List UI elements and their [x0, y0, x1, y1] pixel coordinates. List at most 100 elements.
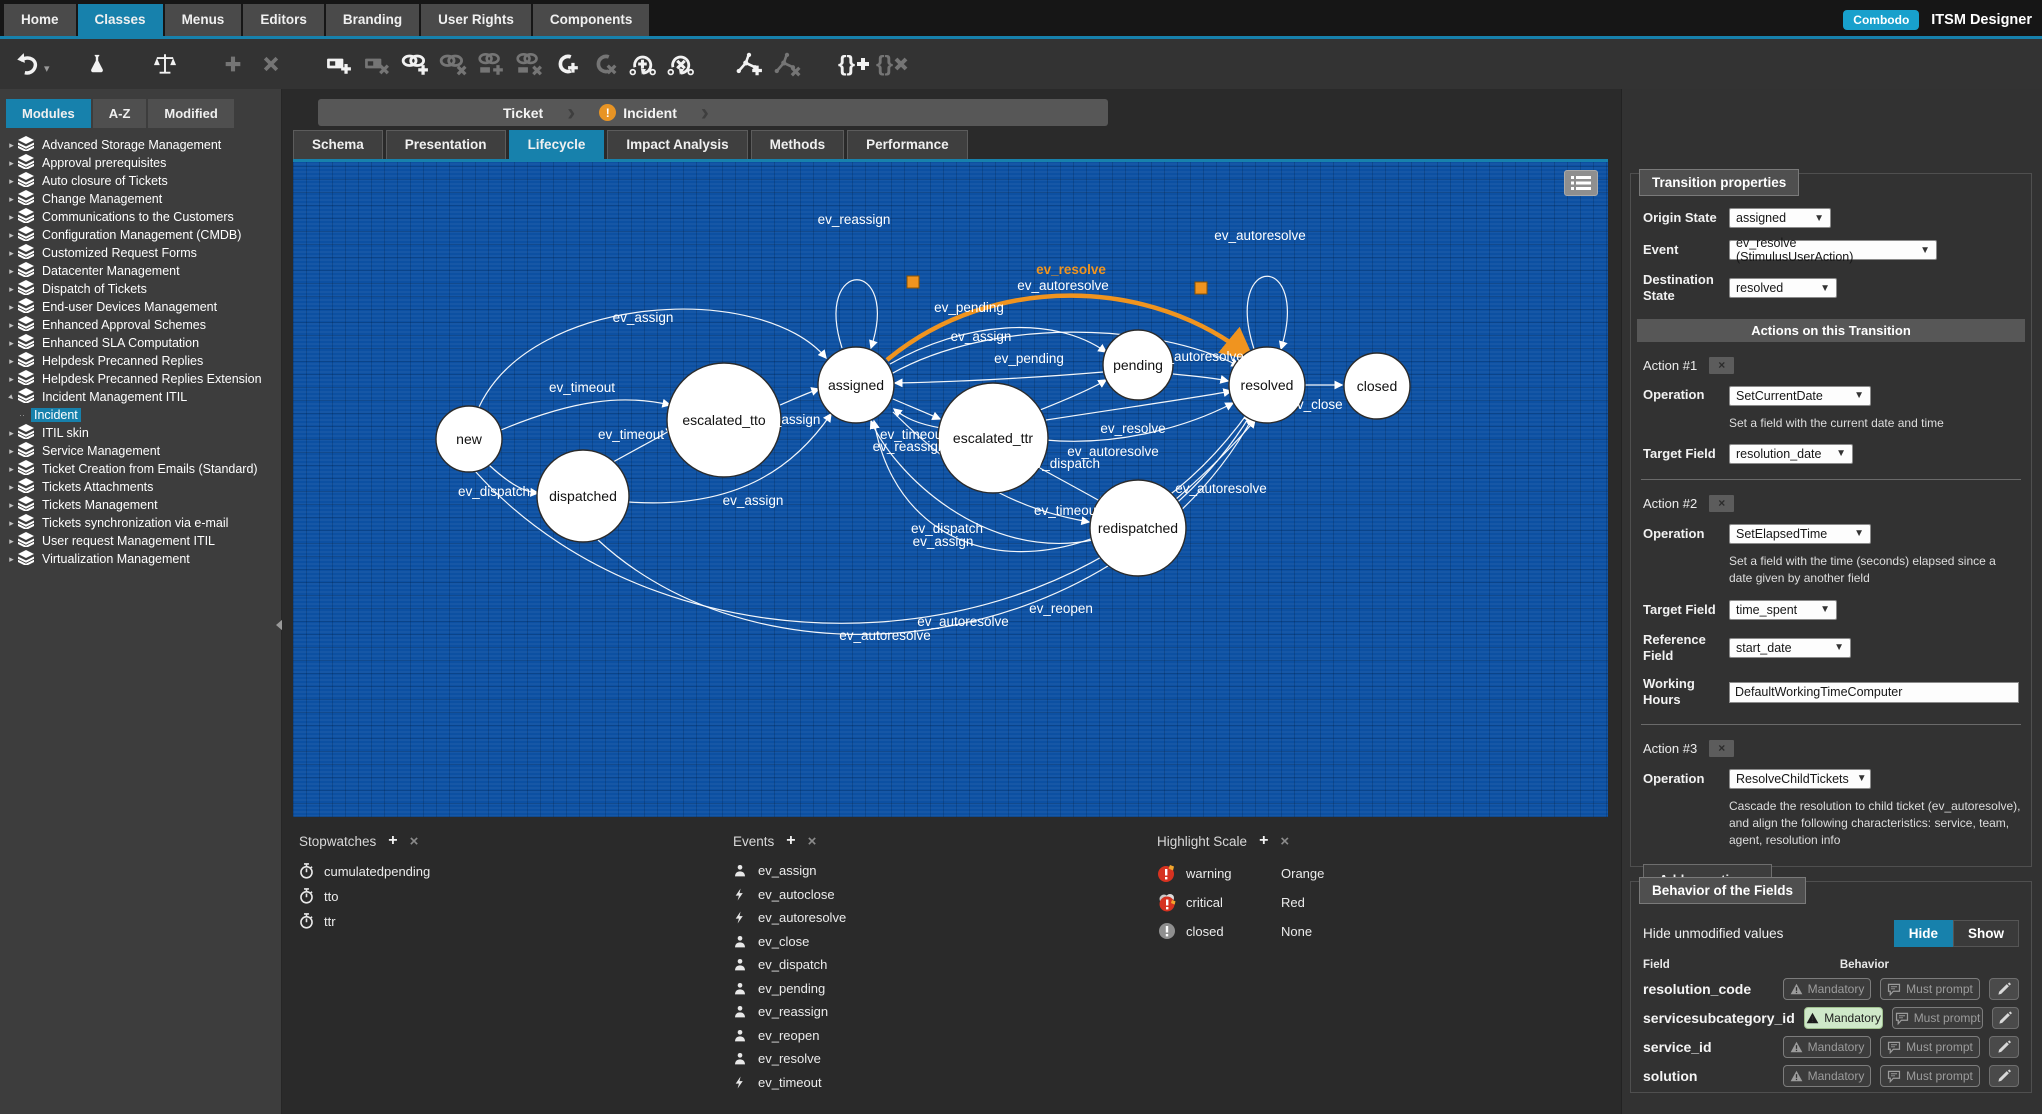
sidebar-item-incident-management-itil[interactable]: ▸ Incident Management ITIL	[5, 388, 281, 406]
delete-field-icon[interactable]	[360, 47, 394, 81]
sidebar-item-approval-prerequisites[interactable]: ▸ Approval prerequisites	[5, 154, 281, 172]
event-ev-timeout[interactable]: ev_timeout	[733, 1075, 846, 1090]
transition-edge[interactable]	[779, 387, 821, 406]
expander-icon[interactable]: ▸	[5, 338, 18, 349]
breadcrumb-ticket[interactable]: Ticket	[503, 105, 543, 121]
sidebar-item-enhanced-approval-schemes[interactable]: ▸ Enhanced Approval Schemes	[5, 316, 281, 334]
remove-icon[interactable]: ×	[808, 833, 817, 850]
sidebar-tab-modules[interactable]: Modules	[6, 99, 91, 128]
event-ev-dispatch[interactable]: ev_dispatch	[733, 957, 846, 972]
add-lifecycle-icon[interactable]	[626, 47, 660, 81]
menu-tab-user-rights[interactable]: User Rights	[421, 4, 531, 36]
stopwatch-tto[interactable]: tto	[299, 888, 430, 904]
sidebar-item-incident[interactable]: ·· Incident	[5, 406, 281, 424]
event-ev-reopen[interactable]: ev_reopen	[733, 1028, 846, 1043]
menu-tab-editors[interactable]: Editors	[243, 4, 324, 36]
expander-icon[interactable]: ▸	[5, 140, 18, 151]
origin-state-select[interactable]: assigned ▼	[1729, 208, 1831, 228]
expander-icon[interactable]: ▸	[5, 500, 18, 511]
sidebar-item-advanced-storage-management[interactable]: ▸ Advanced Storage Management	[5, 136, 281, 154]
edge-handle[interactable]	[1194, 281, 1208, 295]
must-prompt-button[interactable]: Must prompt	[1880, 1065, 1980, 1087]
expander-icon[interactable]: ▸	[5, 356, 18, 367]
sidebar-item-datacenter-management[interactable]: ▸ Datacenter Management	[5, 262, 281, 280]
expander-icon[interactable]: ▸	[5, 320, 18, 331]
add-icon[interactable]: +	[388, 832, 397, 850]
sidebar-item-ticket-creation-from-emails-standard[interactable]: ▸ Ticket Creation from Emails (Standard)	[5, 460, 281, 478]
working-hours-input[interactable]	[1729, 681, 2019, 703]
tab-performance[interactable]: Performance	[847, 130, 968, 159]
remove-action-1-button[interactable]: ×	[1709, 356, 1735, 374]
add-field-icon[interactable]	[322, 47, 356, 81]
action-1-target-field-select[interactable]: resolution_date ▼	[1729, 443, 1853, 464]
sidebar-item-end-user-devices-management[interactable]: ▸ End-user Devices Management	[5, 298, 281, 316]
sidebar-item-virtualization-management[interactable]: ▸ Virtualization Management	[5, 550, 281, 568]
action-1-operation-select[interactable]: SetCurrentDate ▼	[1729, 385, 1871, 406]
edit-field-button[interactable]	[1989, 1065, 2019, 1087]
mandatory-button[interactable]: Mandatory	[1783, 1036, 1871, 1058]
expander-icon[interactable]: ▸	[5, 194, 18, 205]
expander-icon[interactable]: ▸	[5, 482, 18, 493]
stopwatch-cumulatedpending[interactable]: cumulatedpending	[299, 863, 430, 879]
overview-list-button[interactable]	[1564, 170, 1598, 196]
event-ev-assign[interactable]: ev_assign	[733, 863, 846, 878]
tab-methods[interactable]: Methods	[750, 130, 845, 159]
expander-icon[interactable]: ▸	[5, 284, 18, 295]
sidebar-item-user-request-management-itil[interactable]: ▸ User request Management ITIL	[5, 532, 281, 550]
expander-icon[interactable]: ▸	[5, 212, 18, 223]
expander-icon[interactable]: ▸	[5, 302, 18, 313]
transition-edge[interactable]	[1172, 373, 1230, 384]
sidebar-item-communications-to-the-customers[interactable]: ▸ Communications to the Customers	[5, 208, 281, 226]
sidebar-item-tickets-synchronization-via-e-mail[interactable]: ▸ Tickets synchronization via e-mail	[5, 514, 281, 532]
add-bracket-icon[interactable]: {}	[838, 47, 872, 81]
highlight-critical[interactable]: critical Red	[1157, 892, 1324, 912]
expander-icon[interactable]: ▸	[5, 428, 18, 439]
mandatory-button[interactable]: Mandatory	[1803, 1007, 1884, 1029]
must-prompt-button[interactable]: Must prompt	[1880, 1036, 1980, 1058]
event-ev-autoresolve[interactable]: ev_autoresolve	[733, 910, 846, 925]
add-icon[interactable]: +	[786, 832, 795, 850]
remove-icon[interactable]: ×	[410, 833, 419, 850]
transition-edge[interactable]	[1246, 275, 1288, 351]
remove-icon[interactable]: ×	[1280, 833, 1289, 850]
transition-edge[interactable]	[1034, 379, 1108, 413]
sidebar-item-change-management[interactable]: ▸ Change Management	[5, 190, 281, 208]
action-2-operation-select[interactable]: SetElapsedTime ▼	[1729, 523, 1871, 544]
tab-impact-analysis[interactable]: Impact Analysis	[607, 130, 748, 159]
remove-action-3-button[interactable]: ×	[1709, 739, 1735, 757]
expander-icon[interactable]: ▸	[5, 374, 18, 385]
edge-handle[interactable]	[906, 275, 920, 289]
sidebar-item-auto-closure-of-tickets[interactable]: ▸ Auto closure of Tickets	[5, 172, 281, 190]
delete-icon[interactable]	[254, 47, 288, 81]
edit-field-button[interactable]	[1989, 978, 2019, 1000]
expander-icon[interactable]: ▸	[5, 464, 18, 475]
show-button[interactable]: Show	[1953, 920, 2019, 947]
transition-edge[interactable]	[892, 408, 942, 429]
menu-tab-home[interactable]: Home	[4, 4, 76, 36]
action-2-reference-field-select[interactable]: start_date ▼	[1729, 637, 1851, 658]
tab-lifecycle[interactable]: Lifecycle	[508, 130, 605, 159]
mandatory-button[interactable]: Mandatory	[1783, 978, 1871, 1000]
lifecycle-canvas[interactable]: ev_assign ev_timeout ev_dispatch ev_timeout…	[293, 162, 1608, 817]
add-icon[interactable]: +	[1259, 832, 1268, 850]
mandatory-button[interactable]: Mandatory	[1783, 1065, 1871, 1087]
delete-class-icon[interactable]	[588, 47, 622, 81]
edit-field-button[interactable]	[1989, 1036, 2019, 1058]
state-diagram[interactable]: ev_assign ev_timeout ev_dispatch ev_timeout…	[293, 162, 1608, 817]
sidebar-item-helpdesk-precanned-replies-extension[interactable]: ▸ Helpdesk Precanned Replies Extension	[5, 370, 281, 388]
event-ev-pending[interactable]: ev_pending	[733, 981, 846, 996]
event-ev-resolve[interactable]: ev_resolve	[733, 1051, 846, 1066]
action-3-operation-select[interactable]: ResolveChildTickets ▼	[1729, 768, 1871, 789]
menu-tab-branding[interactable]: Branding	[325, 4, 420, 36]
add-link-column-icon[interactable]	[474, 47, 508, 81]
delete-link-column-icon[interactable]	[512, 47, 546, 81]
menu-tab-menus[interactable]: Menus	[164, 4, 242, 36]
expander-icon[interactable]: ▸	[5, 536, 18, 547]
transition-edge[interactable]	[892, 398, 942, 421]
add-icon[interactable]	[216, 47, 250, 81]
sidebar-item-tickets-attachments[interactable]: ▸ Tickets Attachments	[5, 478, 281, 496]
menu-tab-components[interactable]: Components	[532, 4, 650, 36]
transition-edge[interactable]	[1037, 466, 1107, 505]
remove-action-2-button[interactable]: ×	[1709, 494, 1735, 512]
edit-field-button[interactable]	[1991, 1007, 2019, 1029]
